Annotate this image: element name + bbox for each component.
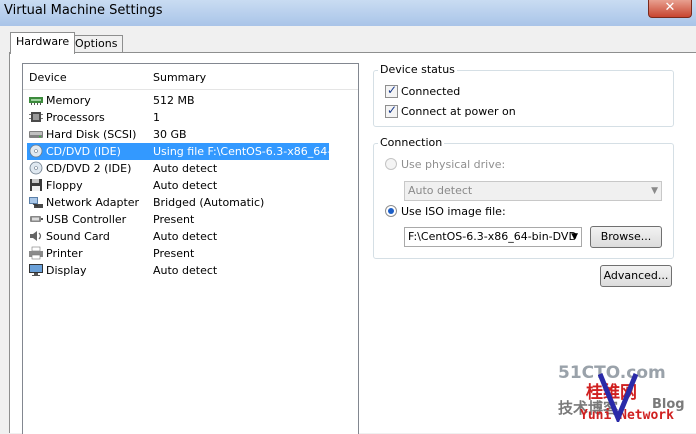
connection-label: Connection [378,136,445,149]
use-iso-label[interactable]: Use ISO image file: [401,205,506,218]
title-bar[interactable]: Virtual Machine Settings ✕ [0,0,696,26]
device-name: Network Adapter [46,196,140,209]
advanced-label: Advanced... [603,269,669,282]
memory-icon [29,97,43,105]
device-status-label: Device status [378,63,457,76]
connect-at-power-on-label[interactable]: Connect at power on [401,105,516,118]
tab-label: Options [75,37,118,50]
device-row-printer[interactable]: Printer Present [27,245,329,262]
tab-hardware[interactable]: Hardware [10,32,76,54]
physical-drive-select[interactable]: Auto detect ▼ [404,181,662,201]
device-summary: Auto detect [153,264,218,277]
device-summary: Using file F:\CentOS-6.3-x86_64-... [153,145,329,158]
column-header-device[interactable]: Device [29,71,67,84]
connect-at-power-on-checkbox[interactable] [385,103,398,118]
device-row-network-adapter[interactable]: Network Adapter Bridged (Automatic) [27,194,329,211]
device-name: Printer [46,247,83,260]
window-title: Virtual Machine Settings [4,3,163,18]
device-summary: Present [153,213,195,226]
iso-path-select[interactable]: F:\CentOS-6.3-x86_64-bin-DVD ▼ [404,227,582,247]
close-icon: ✕ [664,0,676,15]
device-row-processors[interactable]: Processors 1 [27,109,329,126]
device-row-memory[interactable]: Memory 512 MB [27,92,329,109]
floppy-icon [30,179,42,191]
connection-group: Connection Use physical drive: Auto dete… [373,136,674,259]
use-physical-drive-label[interactable]: Use physical drive: [401,158,505,171]
display-icon [29,264,43,276]
device-row-cd-dvd-2[interactable]: CD/DVD 2 (IDE) Auto detect [27,160,329,177]
connected-checkbox[interactable] [385,83,398,98]
device-status-group: Device status Connected Connect at power… [373,63,674,127]
device-summary: Auto detect [153,230,218,243]
tab-options[interactable]: Options [69,35,124,52]
device-summary: Bridged (Automatic) [153,196,265,209]
use-iso-radio[interactable] [385,205,397,217]
physical-drive-value: Auto detect [408,184,473,197]
device-name: Floppy [46,179,83,192]
use-physical-drive-radio[interactable] [385,158,397,170]
device-name: CD/DVD 2 (IDE) [46,162,132,175]
device-row-usb-controller[interactable]: USB Controller Present [27,211,329,228]
header-divider [23,89,358,90]
device-row-display[interactable]: Display Auto detect [27,262,329,279]
printer-icon [29,246,43,260]
device-name: Processors [46,111,105,124]
usb-icon [30,216,43,222]
cd-dvd-icon [29,144,43,158]
device-summary: Auto detect [153,162,218,175]
device-row-sound-card[interactable]: Sound Card Auto detect [27,228,329,245]
close-button[interactable]: ✕ [648,0,692,18]
device-row-cd-dvd[interactable]: CD/DVD (IDE) Using file F:\CentOS-6.3-x8… [27,143,329,160]
browse-button[interactable]: Browse... [590,226,662,248]
device-name: Sound Card [46,230,110,243]
dropdown-arrow-icon: ▼ [651,186,658,196]
device-name: Display [46,264,87,277]
network-adapter-icon [29,197,43,208]
device-summary: 30 GB [153,128,187,141]
dropdown-arrow-icon: ▼ [571,232,578,242]
device-summary: 512 MB [153,94,195,107]
connected-label[interactable]: Connected [401,85,460,98]
watermark-v-logo-icon [598,373,638,422]
device-name: Hard Disk (SCSI) [46,128,137,141]
tab-label: Hardware [16,35,70,48]
cd-dvd-icon [29,161,43,175]
sound-card-icon [30,231,42,241]
device-row-hard-disk[interactable]: Hard Disk (SCSI) 30 GB [27,126,329,143]
column-header-summary[interactable]: Summary [153,71,206,84]
device-summary: 1 [153,111,160,124]
advanced-button[interactable]: Advanced... [600,265,672,287]
hard-disk-icon [29,131,43,138]
device-summary: Present [153,247,195,260]
device-row-floppy[interactable]: Floppy Auto detect [27,177,329,194]
device-summary: Auto detect [153,179,218,192]
device-list[interactable]: Device Summary Memory 512 MB Processors … [22,63,359,434]
device-name: CD/DVD (IDE) [46,145,121,158]
browse-label: Browse... [600,230,652,243]
processor-icon [29,112,43,122]
device-name: USB Controller [46,213,127,226]
device-name: Memory [46,94,91,107]
iso-path-value: F:\CentOS-6.3-x86_64-bin-DVD [408,230,577,243]
